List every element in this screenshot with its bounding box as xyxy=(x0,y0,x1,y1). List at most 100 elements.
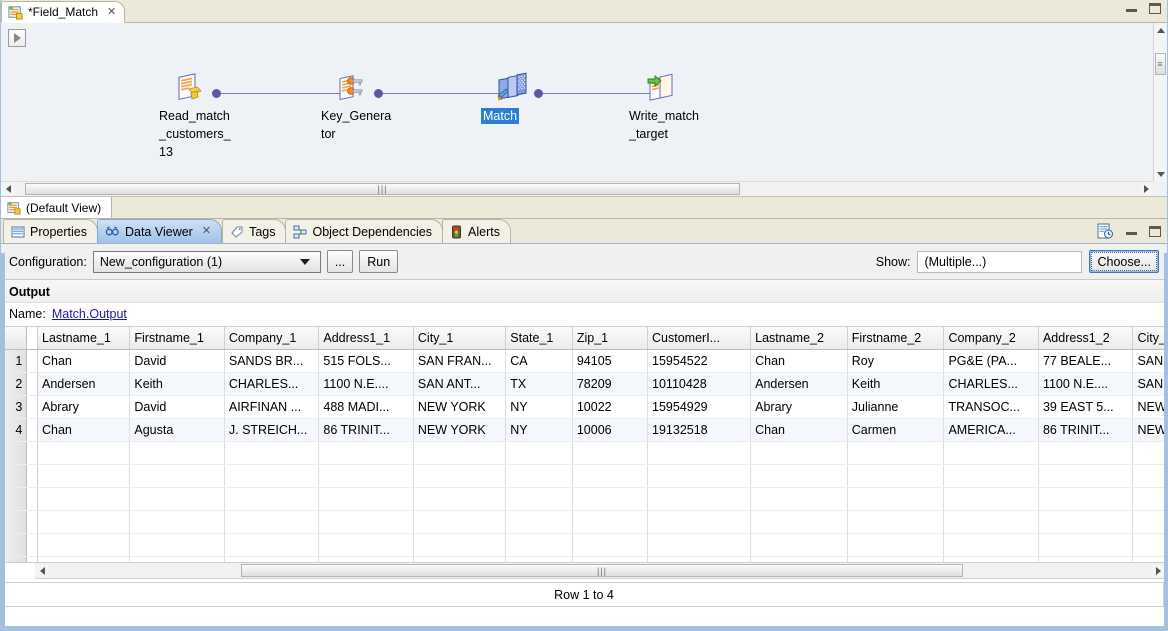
cell[interactable] xyxy=(647,441,752,465)
show-field[interactable]: (Multiple...) xyxy=(917,250,1083,273)
cell[interactable]: 19132518 xyxy=(647,418,752,442)
column-header[interactable]: Firstname_1 xyxy=(129,327,225,350)
configuration-dropdown[interactable]: New_configuration (1) xyxy=(92,250,321,273)
cell[interactable]: NEW YORK xyxy=(1132,418,1167,442)
cell[interactable] xyxy=(572,556,649,562)
minimize-icon[interactable] xyxy=(1126,228,1137,235)
cell[interactable]: 39 EAST 5... xyxy=(1038,395,1134,419)
column-header[interactable]: Company_1 xyxy=(224,327,320,350)
cell[interactable]: 86 TRINIT... xyxy=(1038,418,1134,442)
editor-horizontal-scrollbar[interactable]: ||| xyxy=(1,181,1153,196)
cell[interactable]: PG&E (PA... xyxy=(943,349,1039,373)
cell[interactable]: 1100 N.E.... xyxy=(318,372,414,396)
cell[interactable]: 86 TRINIT... xyxy=(318,418,414,442)
cell[interactable] xyxy=(1132,510,1167,534)
column-header[interactable]: CustomerI... xyxy=(647,327,752,350)
cell[interactable]: Keith xyxy=(847,372,945,396)
table-row-empty[interactable] xyxy=(1,510,1167,534)
cell[interactable] xyxy=(1038,510,1134,534)
cell[interactable] xyxy=(413,510,507,534)
configuration-ellipsis-button[interactable]: ... xyxy=(326,250,354,273)
cell[interactable]: 488 MADI... xyxy=(318,395,414,419)
scroll-left-arrow-icon[interactable] xyxy=(1,182,15,196)
cell[interactable]: Chan xyxy=(750,349,848,373)
cell[interactable] xyxy=(505,510,573,534)
cell[interactable]: SANDS BR... xyxy=(224,349,320,373)
close-icon[interactable]: ✕ xyxy=(107,6,116,18)
horizontal-scroll-thumb[interactable]: ||| xyxy=(25,183,740,195)
tab-properties[interactable]: Properties xyxy=(3,219,98,243)
cell[interactable]: SAN FRAN.. xyxy=(1132,349,1167,373)
cell[interactable] xyxy=(413,533,507,557)
data-grid[interactable]: Lastname_1 Firstname_1 Company_1 Address… xyxy=(1,327,1167,563)
cell[interactable] xyxy=(318,510,414,534)
cell[interactable] xyxy=(1038,533,1134,557)
cell[interactable] xyxy=(572,533,649,557)
cell[interactable]: 78209 xyxy=(572,372,649,396)
cell[interactable] xyxy=(413,441,507,465)
cell[interactable]: CHARLES... xyxy=(943,372,1039,396)
table-row-empty[interactable] xyxy=(1,533,1167,557)
column-header[interactable]: Lastname_2 xyxy=(750,327,848,350)
cell[interactable] xyxy=(1132,533,1167,557)
table-row[interactable]: 2 Andersen Keith CHARLES... 1100 N.E....… xyxy=(1,372,1167,396)
cell[interactable]: TX xyxy=(505,372,573,396)
cell[interactable] xyxy=(1038,464,1134,488)
cell[interactable]: J. STREICH... xyxy=(224,418,320,442)
cell[interactable] xyxy=(847,510,945,534)
cell[interactable]: 15954929 xyxy=(647,395,752,419)
node-write-match-target[interactable]: Write_match_target xyxy=(629,65,749,143)
column-header[interactable]: Address1_1 xyxy=(318,327,414,350)
cell[interactable]: 10110428 xyxy=(647,372,752,396)
cell[interactable] xyxy=(413,487,507,511)
cell[interactable] xyxy=(847,556,945,562)
cell[interactable] xyxy=(750,487,848,511)
cell[interactable] xyxy=(129,441,225,465)
table-row[interactable]: 1 Chan David SANDS BR... 515 FOLS... SAN… xyxy=(1,349,1167,373)
cell[interactable] xyxy=(224,464,320,488)
cell[interactable] xyxy=(750,556,848,562)
grid-horizontal-scrollbar[interactable]: ||| xyxy=(35,563,1165,579)
cell[interactable]: Andersen xyxy=(37,372,131,396)
cell[interactable] xyxy=(750,441,848,465)
cell[interactable] xyxy=(37,556,131,562)
table-row-empty[interactable] xyxy=(1,441,1167,465)
cell[interactable]: David xyxy=(129,349,225,373)
tab-data-viewer[interactable]: Data Viewer ✕ xyxy=(96,219,223,243)
cell[interactable] xyxy=(318,487,414,511)
cell[interactable] xyxy=(847,464,945,488)
scroll-right-arrow-icon[interactable] xyxy=(1139,182,1153,196)
job-diagram-canvas[interactable]: Read_match_customers_13 Key_Generator Ma… xyxy=(29,23,1153,181)
cell[interactable]: Julianne xyxy=(847,395,945,419)
cell[interactable]: 515 FOLS... xyxy=(318,349,414,373)
cell[interactable] xyxy=(318,556,414,562)
close-icon[interactable]: ✕ xyxy=(202,226,211,237)
cell[interactable] xyxy=(750,510,848,534)
cell[interactable] xyxy=(129,510,225,534)
cell[interactable]: TRANSOC... xyxy=(943,395,1039,419)
cell[interactable] xyxy=(505,487,573,511)
column-header[interactable]: Address1_2 xyxy=(1038,327,1134,350)
cell[interactable]: Chan xyxy=(37,349,131,373)
scroll-left-arrow-icon[interactable] xyxy=(35,564,49,578)
cell[interactable]: 94105 xyxy=(572,349,649,373)
cell[interactable] xyxy=(37,487,131,511)
cell[interactable] xyxy=(847,487,945,511)
cell[interactable] xyxy=(505,464,573,488)
cell[interactable]: SAN ANT... xyxy=(1132,372,1167,396)
cell[interactable]: 10006 xyxy=(572,418,649,442)
table-row-empty[interactable] xyxy=(1,464,1167,488)
cell[interactable] xyxy=(129,533,225,557)
cell[interactable] xyxy=(1038,441,1134,465)
cell[interactable] xyxy=(943,556,1039,562)
cell[interactable] xyxy=(1132,464,1167,488)
cell[interactable] xyxy=(505,441,573,465)
cell[interactable] xyxy=(505,533,573,557)
cell[interactable] xyxy=(647,487,752,511)
cell[interactable] xyxy=(37,441,131,465)
column-header[interactable]: Company_2 xyxy=(943,327,1039,350)
table-row-empty[interactable] xyxy=(1,556,1167,562)
cell[interactable] xyxy=(943,510,1039,534)
cell[interactable] xyxy=(572,464,649,488)
column-header[interactable]: Zip_1 xyxy=(572,327,649,350)
